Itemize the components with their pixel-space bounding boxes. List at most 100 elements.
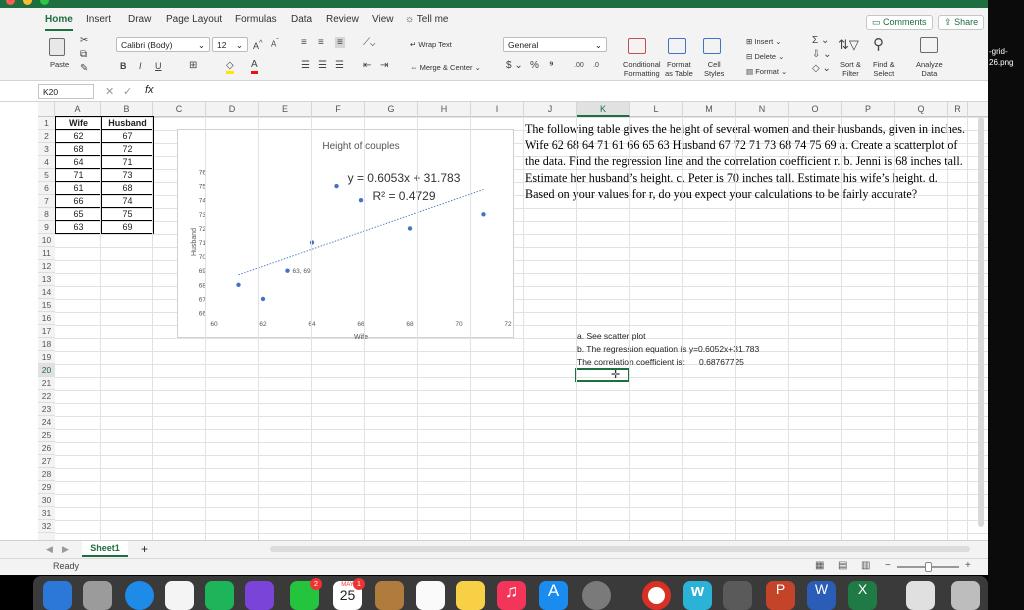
format-painter-icon[interactable]: ✎ xyxy=(80,63,88,74)
autosum-icon[interactable]: Σ ⌄ xyxy=(812,35,829,46)
fill-icon[interactable]: ⇩ ⌄ xyxy=(812,49,832,60)
number-format-select[interactable]: General ⌄ xyxy=(503,37,607,52)
husband-cell[interactable]: 71 xyxy=(101,155,154,169)
column-header-g[interactable]: G xyxy=(365,102,418,117)
page-layout-icon[interactable]: ▤ xyxy=(838,560,847,571)
align-top-icon[interactable]: ≡ xyxy=(301,37,307,48)
delete-cells-button[interactable]: ⊟ Delete ⌄ xyxy=(746,52,784,61)
table-header-wife[interactable]: Wife xyxy=(55,116,102,130)
column-header-e[interactable]: E xyxy=(259,102,312,117)
wife-cell[interactable]: 68 xyxy=(55,142,102,156)
add-sheet-button[interactable]: + xyxy=(141,542,148,556)
underline-button[interactable]: U xyxy=(155,61,162,71)
zoom-window-button[interactable] xyxy=(40,0,50,5)
horizontal-scrollbar[interactable] xyxy=(270,546,970,552)
zoom-out-icon[interactable]: − xyxy=(885,560,891,571)
insert-cells-button[interactable]: ⊞ Insert ⌄ xyxy=(746,37,782,46)
font-name-select[interactable]: Calibri (Body) ⌄ xyxy=(116,37,210,52)
app-store-icon[interactable]: A xyxy=(539,581,568,610)
column-header-d[interactable]: D xyxy=(206,102,259,117)
answer-c-value[interactable]: 0.68767725 xyxy=(699,356,744,369)
column-header-p[interactable]: P xyxy=(842,102,895,117)
row-header-4[interactable]: 4 xyxy=(38,156,55,169)
messages-icon[interactable]: 2 xyxy=(290,578,322,610)
husband-cell[interactable]: 68 xyxy=(101,181,154,195)
wife-cell[interactable]: 71 xyxy=(55,168,102,182)
wordmark-app-icon[interactable]: w xyxy=(683,581,712,610)
find-select-icon[interactable]: ⚲ xyxy=(873,35,884,53)
comma-style-icon[interactable]: ⁹ xyxy=(549,60,554,71)
tab-data[interactable]: Data xyxy=(291,14,312,25)
row-header-9[interactable]: 9 xyxy=(38,221,55,234)
next-sheet-icon[interactable]: ▶ xyxy=(62,544,69,555)
enter-icon[interactable]: ✓ xyxy=(123,85,132,98)
photos-icon[interactable] xyxy=(165,581,194,610)
format-as-table-icon[interactable] xyxy=(668,38,686,54)
sheet-tab-sheet1[interactable]: Sheet1 xyxy=(82,541,128,557)
row-header-27[interactable]: 27 xyxy=(38,455,55,468)
husband-cell[interactable]: 73 xyxy=(101,168,154,182)
husband-cell[interactable]: 72 xyxy=(101,142,154,156)
cell-styles-icon[interactable] xyxy=(703,38,721,54)
formula-input[interactable] xyxy=(162,84,962,99)
format-cells-button[interactable]: ▤ Format ⌄ xyxy=(746,67,787,76)
find-select-label[interactable]: Find & Select xyxy=(873,60,895,78)
wife-cell[interactable]: 64 xyxy=(55,155,102,169)
row-header-25[interactable]: 25 xyxy=(38,429,55,442)
zoom-slider[interactable] xyxy=(897,562,959,572)
prev-sheet-icon[interactable]: ◀ xyxy=(46,544,53,555)
analyze-data-icon[interactable] xyxy=(920,37,938,53)
align-middle-icon[interactable]: ≡ xyxy=(318,37,324,48)
tell-me-search[interactable]: ☼ Tell me xyxy=(405,14,448,25)
row-header-16[interactable]: 16 xyxy=(38,312,55,325)
row-header-22[interactable]: 22 xyxy=(38,390,55,403)
row-header-20[interactable]: 20 xyxy=(38,364,55,377)
align-left-icon[interactable]: ☰ xyxy=(301,60,310,71)
answer-a[interactable]: a. See scatter plot xyxy=(577,330,646,343)
row-header-18[interactable]: 18 xyxy=(38,338,55,351)
row-header-29[interactable]: 29 xyxy=(38,481,55,494)
music-icon[interactable]: ♫ xyxy=(497,581,526,610)
column-header-l[interactable]: L xyxy=(630,102,683,117)
calendar-icon[interactable]: MAY 25 1 xyxy=(333,578,365,610)
borders-icon[interactable]: ⊞ xyxy=(189,60,197,71)
preview-window-icon[interactable] xyxy=(906,581,935,610)
answer-b[interactable]: b. The regression equation is y=0.6052x+… xyxy=(577,343,759,356)
italic-button[interactable]: I xyxy=(139,61,142,71)
format-as-table-label[interactable]: Format as Table xyxy=(665,60,693,78)
reminders-icon[interactable] xyxy=(416,581,445,610)
selected-cell[interactable]: ✛ xyxy=(575,368,630,382)
orientation-icon[interactable]: ⟋⌄ xyxy=(363,37,375,48)
column-header-r[interactable]: R xyxy=(948,102,968,117)
row-header-28[interactable]: 28 xyxy=(38,468,55,481)
row-header-13[interactable]: 13 xyxy=(38,273,55,286)
row-header-12[interactable]: 12 xyxy=(38,260,55,273)
select-all-corner[interactable] xyxy=(38,102,55,117)
row-header-24[interactable]: 24 xyxy=(38,416,55,429)
paste-icon[interactable] xyxy=(49,38,65,56)
row-header-17[interactable]: 17 xyxy=(38,325,55,338)
column-header-j[interactable]: J xyxy=(524,102,577,117)
scatter-chart[interactable]: Height of couples 60 62 64 66 68 70 72 66 67 68 69 7… xyxy=(177,129,514,341)
column-header-n[interactable]: N xyxy=(736,102,789,117)
powerpoint-icon[interactable]: P xyxy=(766,581,795,610)
trash-icon[interactable] xyxy=(951,581,980,610)
row-header-26[interactable]: 26 xyxy=(38,442,55,455)
increase-font-icon[interactable]: A^ xyxy=(253,38,263,51)
increase-decimal-icon[interactable]: .00 xyxy=(574,62,584,69)
zoom-in-icon[interactable]: + xyxy=(965,560,971,571)
conditional-formatting-label[interactable]: Conditional Formatting xyxy=(623,60,661,78)
bold-button[interactable]: B xyxy=(120,61,127,71)
fill-color-icon[interactable]: ◇ xyxy=(226,60,234,74)
chrome-icon[interactable] xyxy=(642,581,671,610)
row-header-19[interactable]: 19 xyxy=(38,351,55,364)
wife-cell[interactable]: 66 xyxy=(55,194,102,208)
row-header-1[interactable]: 1 xyxy=(38,117,55,130)
row-header-8[interactable]: 8 xyxy=(38,208,55,221)
insert-function-icon[interactable]: fx xyxy=(145,84,154,96)
row-header-7[interactable]: 7 xyxy=(38,195,55,208)
tab-page-layout[interactable]: Page Layout xyxy=(166,14,222,25)
row-header-31[interactable]: 31 xyxy=(38,507,55,520)
row-header-11[interactable]: 11 xyxy=(38,247,55,260)
comments-button[interactable]: ▭ Comments xyxy=(866,15,933,30)
